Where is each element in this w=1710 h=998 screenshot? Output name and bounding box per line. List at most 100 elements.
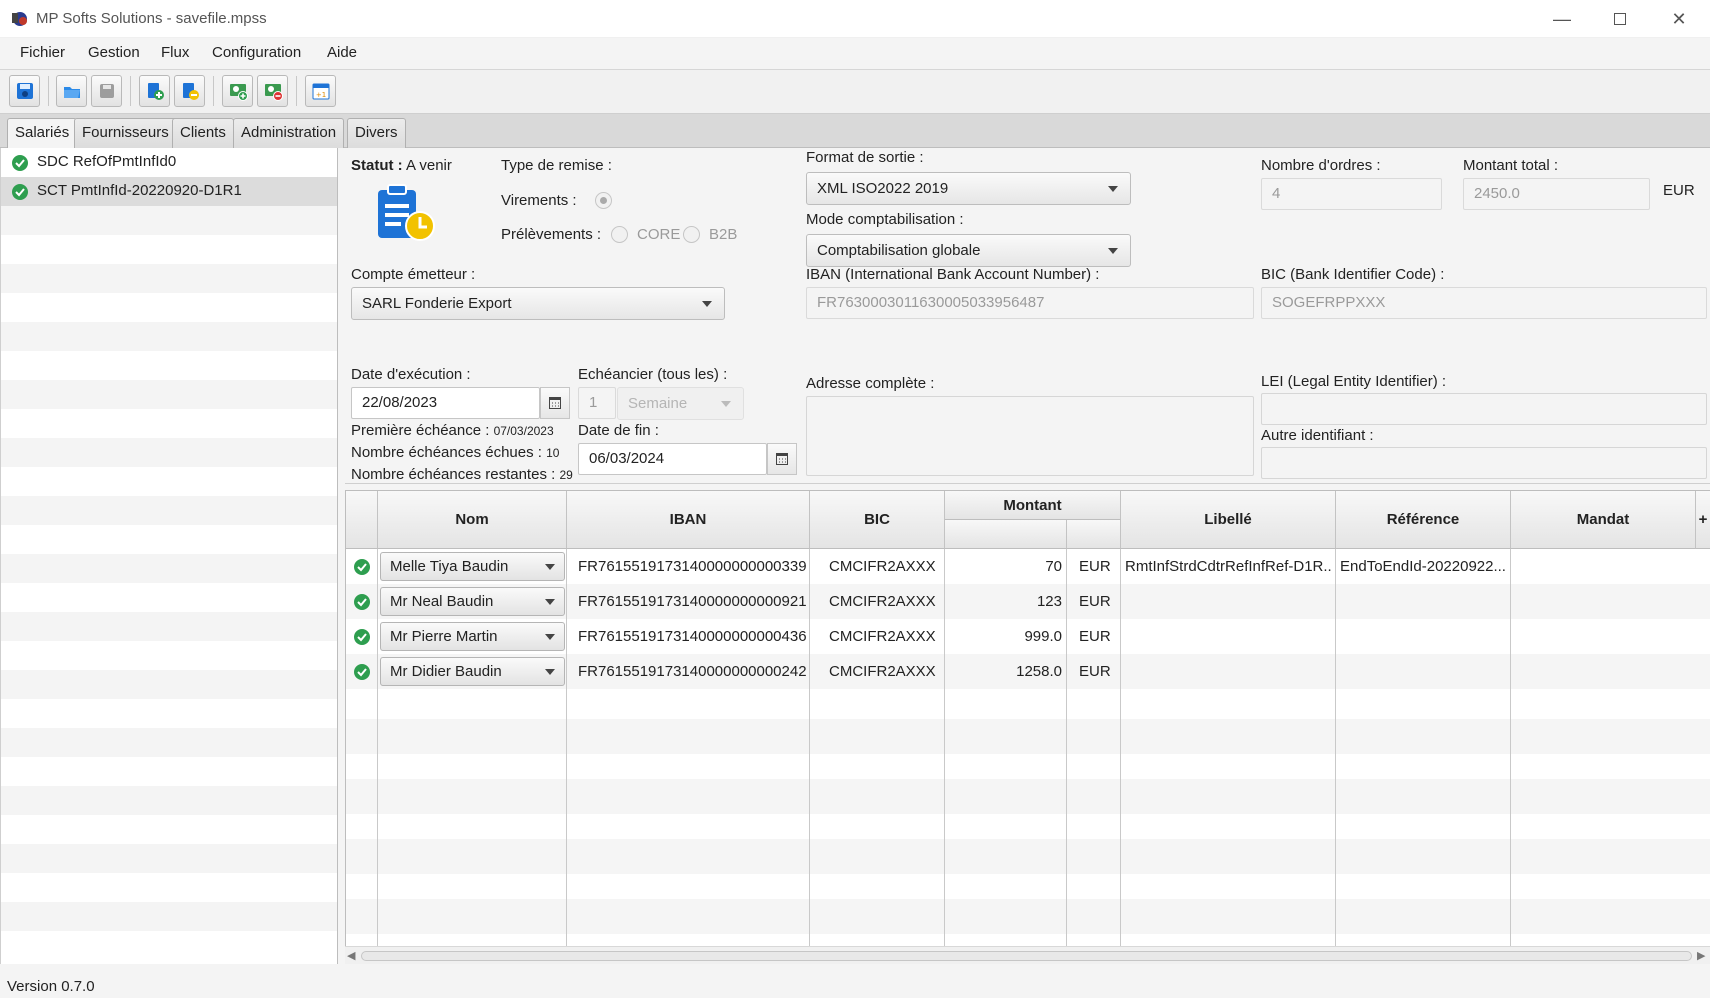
- table-row[interactable]: Mr Didier Baudin FR761551917314000000000…: [346, 654, 1710, 689]
- maximize-button[interactable]: [1591, 0, 1649, 38]
- calendar-icon: +1: [312, 83, 329, 100]
- montant-cell: 999.0: [1024, 628, 1062, 645]
- table-header-bic[interactable]: BIC: [810, 491, 945, 549]
- autre-field[interactable]: [1261, 447, 1707, 479]
- nom-value: Melle Tiya Baudin: [390, 558, 509, 575]
- close-button[interactable]: ✕: [1650, 0, 1708, 38]
- tab-clients[interactable]: Clients: [172, 118, 234, 148]
- date-exec-picker-button[interactable]: [540, 387, 570, 419]
- menu-configuration[interactable]: Configuration: [212, 44, 301, 61]
- autre-label: Autre identifiant :: [1261, 427, 1374, 444]
- add-beneficiary-button[interactable]: [222, 75, 253, 107]
- remove-document-icon: [182, 83, 199, 100]
- title-bar: MP Softs Solutions - savefile.mpss — ✕: [0, 0, 1710, 38]
- b2b-radio[interactable]: [683, 226, 700, 243]
- tab-salaries[interactable]: Salariés: [7, 118, 78, 149]
- table-header-nom[interactable]: Nom: [378, 491, 567, 549]
- minimize-button[interactable]: —: [1533, 0, 1591, 38]
- mode-label: Mode comptabilisation :: [806, 211, 964, 228]
- nom-select[interactable]: Mr Neal Baudin: [380, 587, 565, 616]
- nb-ordres-label: Nombre d'ordres :: [1261, 157, 1381, 174]
- montant-cell: 1258.0: [1016, 663, 1062, 680]
- tab-divers[interactable]: Divers: [347, 118, 406, 148]
- chevron-down-icon: [702, 301, 712, 307]
- echeancier-unit-select: Semaine: [617, 387, 744, 420]
- format-select[interactable]: XML ISO2022 2019: [806, 172, 1131, 205]
- table-row[interactable]: Melle Tiya Baudin FR76155191731400000000…: [346, 549, 1710, 584]
- core-radio[interactable]: [611, 226, 628, 243]
- echeancier-count: 1: [578, 387, 616, 419]
- iban-cell: FR7615519173140000000000921: [578, 593, 807, 610]
- list-item-selected[interactable]: SCT PmtInfId-20220920-D1R1: [1, 177, 337, 206]
- nom-select[interactable]: Mr Pierre Martin: [380, 622, 565, 651]
- list-item-label: SCT PmtInfId-20220920-D1R1: [37, 182, 242, 199]
- table-header-montant[interactable]: Montant: [945, 491, 1121, 520]
- devise-cell: EUR: [1079, 663, 1111, 680]
- remove-remittance-button[interactable]: [174, 75, 205, 107]
- nom-select[interactable]: Melle Tiya Baudin: [380, 552, 565, 581]
- table-row[interactable]: Mr Pierre Martin FR761551917314000000000…: [346, 619, 1710, 654]
- date-fin-picker-button[interactable]: [767, 443, 797, 475]
- add-remittance-button[interactable]: [139, 75, 170, 107]
- compte-label: Compte émetteur :: [351, 266, 476, 283]
- scrollbar-thumb[interactable]: [361, 951, 1692, 961]
- menu-aide[interactable]: Aide: [327, 44, 357, 61]
- list-item-label: SDC RefOfPmtInfId0: [37, 153, 177, 170]
- nb-ordres-field: 4: [1261, 178, 1442, 210]
- iban-label: IBAN (International Bank Account Number)…: [806, 266, 1100, 283]
- save-disabled-button[interactable]: [91, 75, 122, 107]
- menu-flux[interactable]: Flux: [161, 44, 189, 61]
- scroll-left-icon[interactable]: ◀: [347, 949, 355, 962]
- menu-fichier[interactable]: Fichier: [20, 44, 65, 61]
- lei-field[interactable]: [1261, 393, 1707, 425]
- adresse-label: Adresse complète :: [806, 375, 935, 392]
- nom-select[interactable]: Mr Didier Baudin: [380, 657, 565, 686]
- add-person-icon: [229, 84, 248, 101]
- add-column-button[interactable]: +: [1696, 491, 1710, 549]
- close-icon: ✕: [1671, 8, 1687, 29]
- core-label: CORE: [637, 226, 681, 243]
- bic-cell: CMCIFR2AXXX: [829, 593, 936, 610]
- bic-cell: CMCIFR2AXXX: [829, 558, 936, 575]
- table-header-reference[interactable]: Référence: [1336, 491, 1511, 549]
- date-fin-label: Date de fin :: [578, 422, 659, 439]
- table-header-iban[interactable]: IBAN: [567, 491, 810, 549]
- date-exec-input[interactable]: 22/08/2023: [351, 387, 540, 419]
- table-header-mandat[interactable]: Mandat: [1511, 491, 1696, 549]
- check-shield-icon: [12, 184, 28, 200]
- format-label: Format de sortie :: [806, 149, 924, 166]
- save-gray-icon: [99, 84, 114, 98]
- horizontal-scrollbar[interactable]: ◀ ▶: [345, 946, 1710, 964]
- open-button[interactable]: [56, 75, 87, 107]
- nom-value: Mr Neal Baudin: [390, 593, 494, 610]
- bic-cell: CMCIFR2AXXX: [829, 663, 936, 680]
- virements-radio[interactable]: [595, 192, 612, 209]
- tab-administration[interactable]: Administration: [233, 118, 345, 148]
- table-row[interactable]: Mr Neal Baudin FR76155191731400000000009…: [346, 584, 1710, 619]
- calendar-button[interactable]: +1: [305, 75, 336, 107]
- montant-total-currency: EUR: [1663, 182, 1695, 199]
- scroll-right-icon[interactable]: ▶: [1697, 949, 1705, 962]
- table-header-libelle[interactable]: Libellé: [1121, 491, 1336, 549]
- echeances-restantes: Nombre échéances restantes : 29: [351, 466, 573, 483]
- chevron-down-icon: [545, 599, 555, 605]
- version-label: Version 0.7.0: [7, 978, 95, 995]
- adresse-field[interactable]: [806, 396, 1254, 476]
- save-button[interactable]: [9, 75, 40, 107]
- check-shield-icon: [12, 155, 28, 171]
- mode-select[interactable]: Comptabilisation globale: [806, 234, 1131, 267]
- date-fin-input[interactable]: 06/03/2024: [578, 443, 767, 475]
- devise-cell: EUR: [1079, 593, 1111, 610]
- save-disk-icon: [16, 83, 33, 99]
- format-value: XML ISO2022 2019: [817, 180, 949, 197]
- remittance-list: SDC RefOfPmtInfId0 SCT PmtInfId-20220920…: [0, 148, 338, 964]
- status-bar: Version 0.7.0: [0, 964, 1710, 998]
- remove-beneficiary-button[interactable]: [257, 75, 288, 107]
- nom-value: Mr Pierre Martin: [390, 628, 498, 645]
- calendar-icon: [549, 397, 561, 409]
- tab-fournisseurs[interactable]: Fournisseurs: [74, 118, 177, 148]
- montant-total-field: 2450.0: [1463, 178, 1650, 210]
- list-item[interactable]: SDC RefOfPmtInfId0: [1, 148, 337, 177]
- compte-select[interactable]: SARL Fonderie Export: [351, 287, 725, 320]
- menu-gestion[interactable]: Gestion: [88, 44, 140, 61]
